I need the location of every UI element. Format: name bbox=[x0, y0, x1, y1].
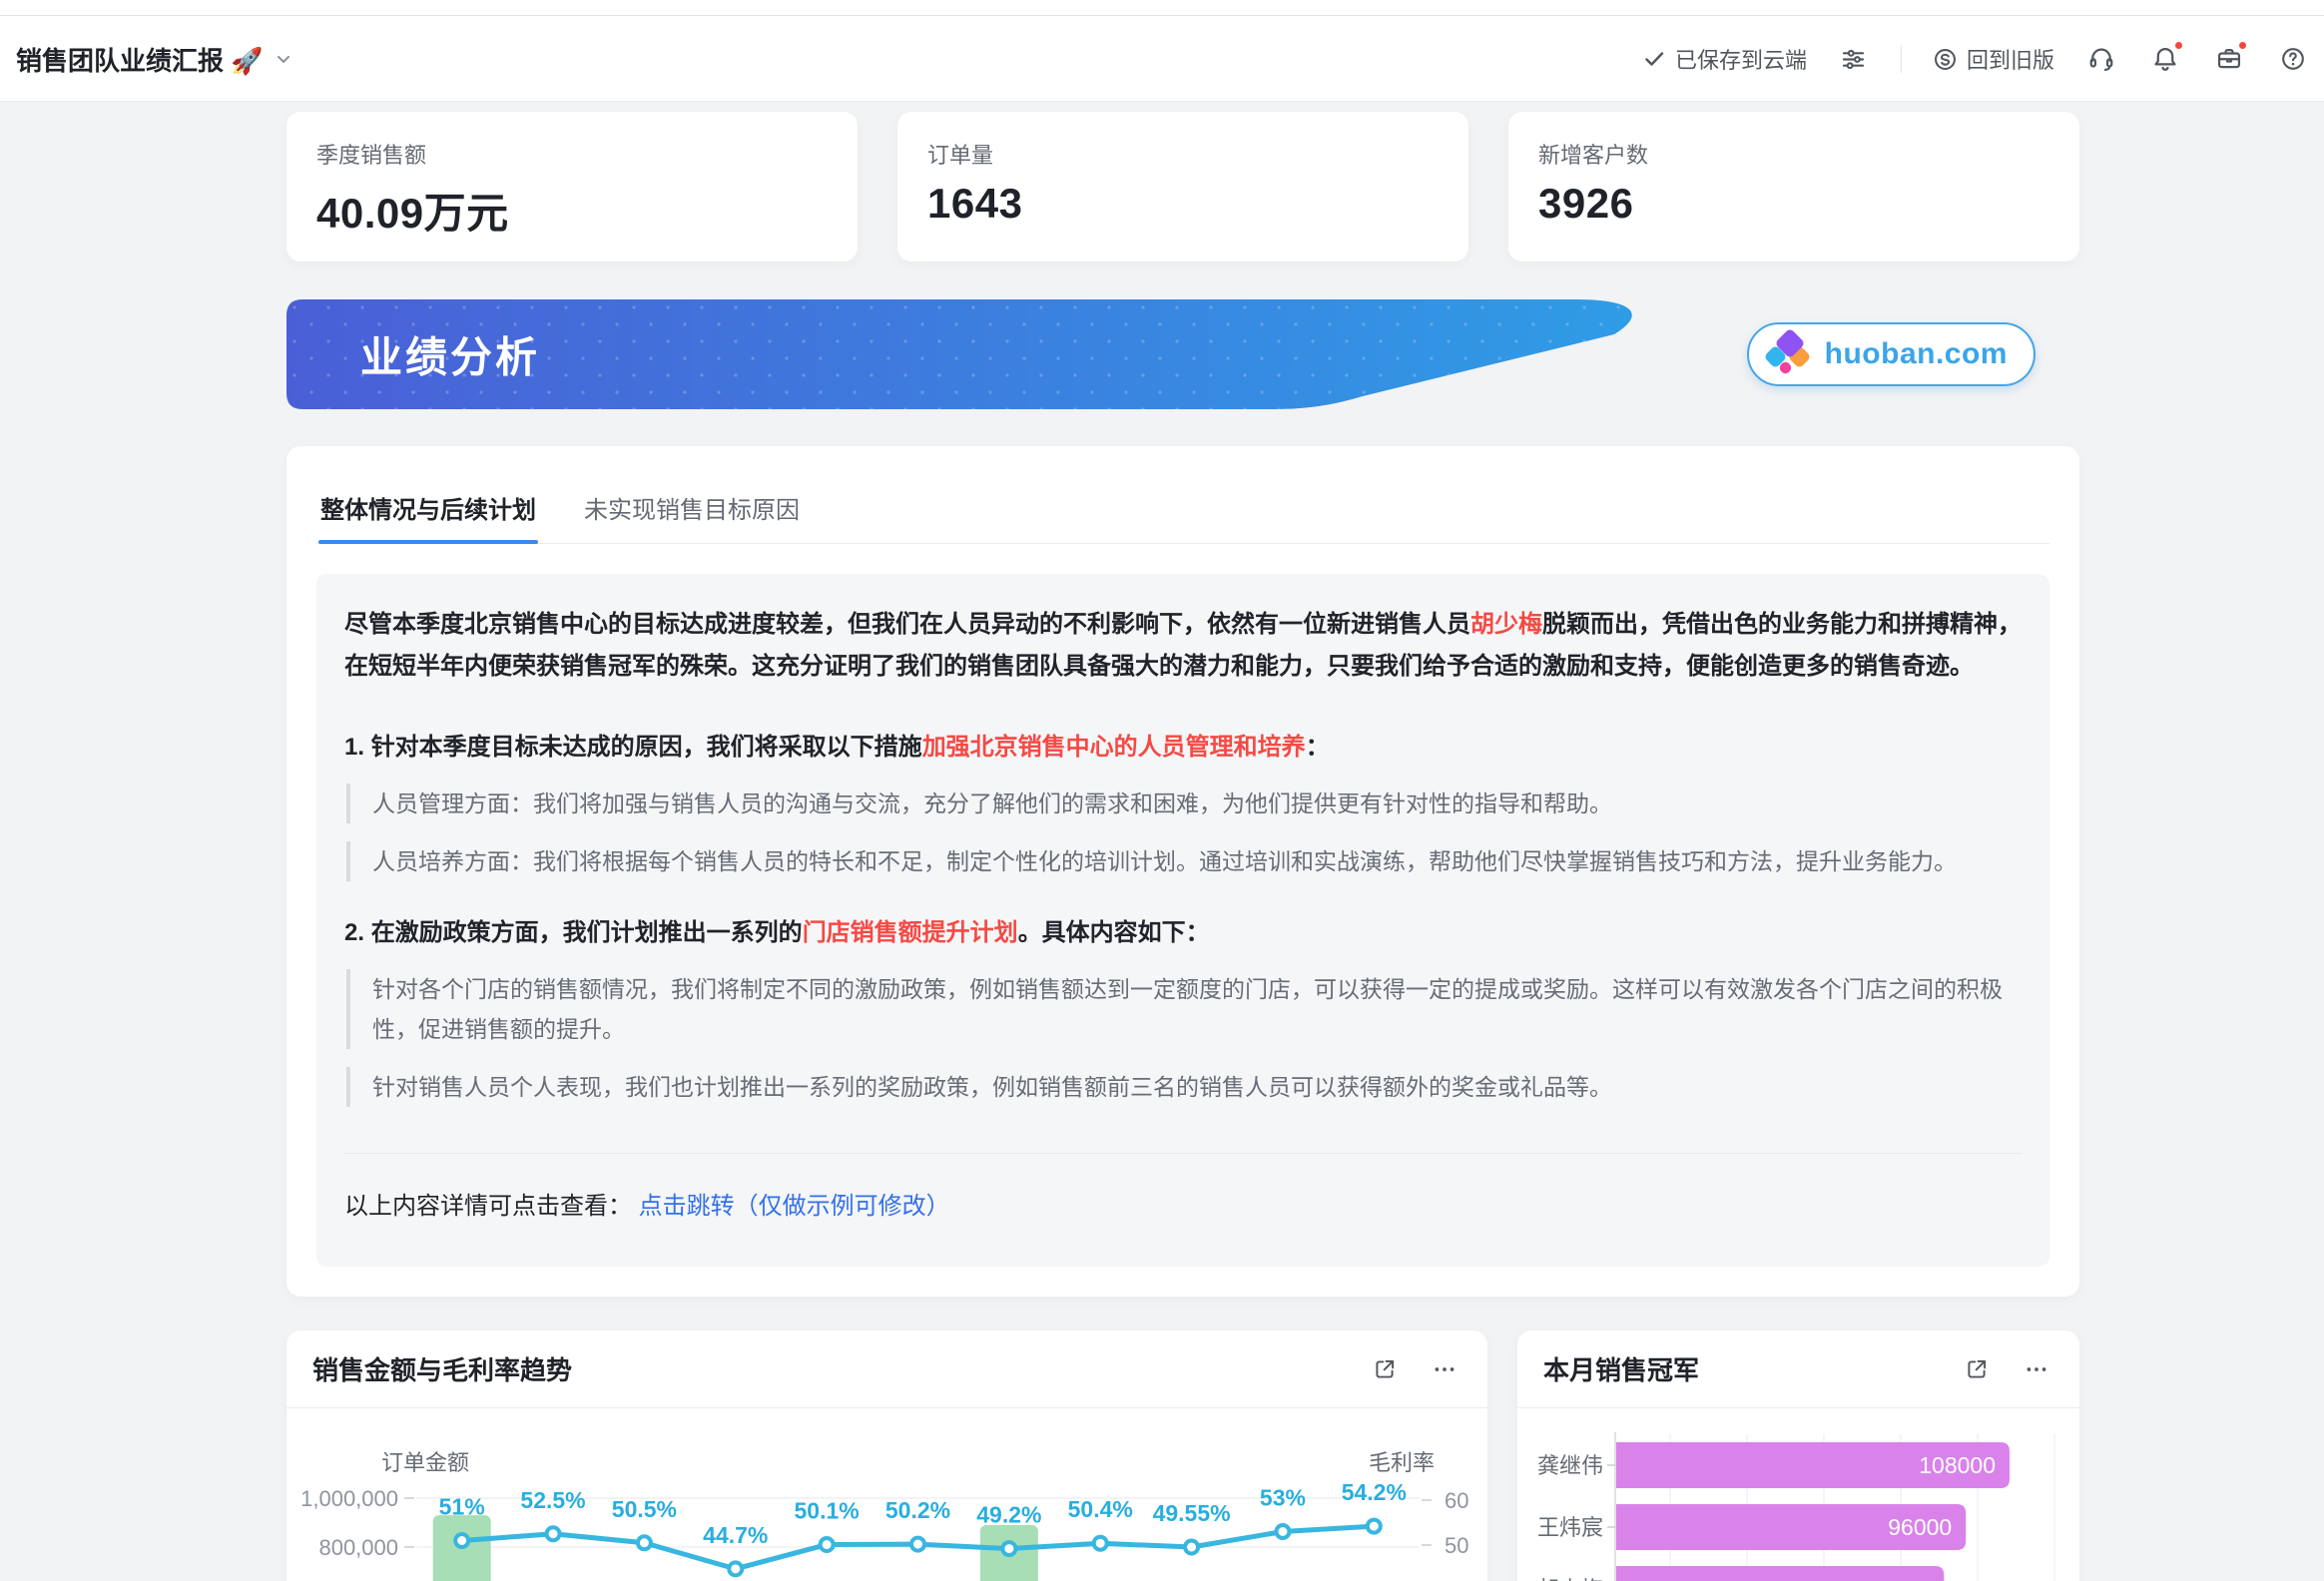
svg-text:王炜宸: 王炜宸 bbox=[1537, 1515, 1603, 1540]
highlight-person-name: 胡少梅 bbox=[1470, 611, 1542, 638]
saved-status: 已保存到云端 bbox=[1642, 43, 1807, 75]
sliders-icon[interactable] bbox=[1837, 42, 1871, 76]
top-bar: 销售团队业绩汇报 🚀 已保存到云端 回到旧版 bbox=[0, 0, 2324, 102]
footer-line: 以上内容详情可点击查看： 点击跳转（仅做示例可修改） bbox=[344, 1186, 2022, 1221]
sales-trend-card: 销售金额与毛利率趋势 订单金额毛利率1,000,000800,000600,00… bbox=[287, 1330, 1487, 1581]
svg-text:胡少梅: 胡少梅 bbox=[1537, 1577, 1603, 1581]
svg-text:52.5%: 52.5% bbox=[520, 1487, 585, 1513]
jump-link[interactable]: 点击跳转（仅做示例可修改） bbox=[639, 1193, 950, 1220]
svg-text:49.55%: 49.55% bbox=[1153, 1500, 1231, 1526]
section-banner: 业绩分析 huoban.com bbox=[287, 299, 2079, 409]
workbench-badge bbox=[2237, 40, 2248, 51]
svg-text:96000: 96000 bbox=[1888, 1514, 1952, 1540]
svg-text:50.5%: 50.5% bbox=[612, 1496, 677, 1522]
stat-label: 订单量 bbox=[927, 138, 1439, 170]
tab-overall-plan[interactable]: 整体情况与后续计划 bbox=[318, 482, 538, 543]
page-title: 销售团队业绩汇报 🚀 bbox=[16, 41, 264, 78]
svg-text:49.2%: 49.2% bbox=[976, 1502, 1041, 1528]
sales-champion-chart: 龚继伟 108000 王炜宸 96000 胡少梅 90000 bbox=[1517, 1408, 2079, 1581]
highlight-plan: 门店销售额提升计划 bbox=[803, 919, 1018, 946]
open-external-icon[interactable] bbox=[1368, 1352, 1402, 1386]
sales-trend-chart: 订单金额毛利率1,000,000800,000600,0006050403051… bbox=[287, 1408, 1487, 1581]
open-external-icon[interactable] bbox=[1960, 1352, 1994, 1386]
document-title-row: 销售团队业绩汇报 🚀 bbox=[16, 41, 293, 78]
logo-text: huoban.com bbox=[1825, 337, 2008, 371]
svg-text:54.2%: 54.2% bbox=[1342, 1479, 1407, 1505]
svg-text:龚继伟: 龚继伟 bbox=[1537, 1453, 1603, 1478]
check-icon bbox=[1642, 47, 1666, 71]
intro-paragraph: 尽管本季度北京销售中心的目标达成进度较差，但我们在人员异动的不利影响下，依然有一… bbox=[344, 604, 2022, 688]
stat-label: 季度销售额 bbox=[316, 138, 828, 170]
quote-block: 针对各个门店的销售额情况，我们将制定不同的激励政策，例如销售额达到一定额度的门店… bbox=[346, 969, 2022, 1049]
analysis-card: 整体情况与后续计划 未实现销售目标原因 尽管本季度北京销售中心的目标达成进度较差… bbox=[287, 446, 2079, 1297]
stat-value: 40.09万元 bbox=[316, 180, 828, 241]
svg-text:50: 50 bbox=[1445, 1533, 1468, 1558]
svg-text:1,000,000: 1,000,000 bbox=[300, 1486, 398, 1511]
title-chevron-down-icon[interactable] bbox=[274, 49, 293, 69]
svg-text:50.1%: 50.1% bbox=[795, 1498, 860, 1524]
workbench-briefcase-icon[interactable] bbox=[2212, 42, 2246, 76]
tabs-bar: 整体情况与后续计划 未实现销售目标原因 bbox=[316, 476, 2049, 544]
svg-text:90000: 90000 bbox=[1866, 1576, 1930, 1581]
more-options-icon[interactable] bbox=[2020, 1352, 2053, 1386]
analysis-content-box: 尽管本季度北京销售中心的目标达成进度较差，但我们在人员异动的不利影响下，依然有一… bbox=[316, 574, 2049, 1267]
svg-text:50.4%: 50.4% bbox=[1068, 1496, 1133, 1522]
svg-text:50.2%: 50.2% bbox=[885, 1497, 950, 1523]
stat-label: 新增客户数 bbox=[1538, 138, 2049, 170]
svg-text:51%: 51% bbox=[439, 1494, 485, 1520]
chart-title: 销售金额与毛利率趋势 bbox=[312, 1350, 572, 1387]
quote-block: 人员培养方面：我们将根据每个销售人员的特长和不足，制定个性化的培训计划。通过培训… bbox=[346, 841, 2022, 881]
more-options-icon[interactable] bbox=[1428, 1352, 1461, 1386]
stat-value: 3926 bbox=[1538, 180, 2049, 228]
list-item-2: 2. 在激励政策方面，我们计划推出一系列的门店销售额提升计划。具体内容如下： bbox=[344, 915, 2022, 951]
banner-title: 业绩分析 bbox=[360, 324, 540, 385]
sales-champion-card: 本月销售冠军 龚继伟 108000 王炜宸 96000 胡少梅 90000 bbox=[1517, 1330, 2079, 1581]
svg-text:60: 60 bbox=[1445, 1488, 1468, 1513]
chart-title: 本月销售冠军 bbox=[1543, 1350, 1699, 1387]
quote-block: 针对销售人员个人表现，我们也计划推出一系列的奖励政策，例如销售额前三名的销售人员… bbox=[346, 1067, 2022, 1107]
huoban-logo-badge: huoban.com bbox=[1747, 322, 2035, 386]
svg-text:毛利率: 毛利率 bbox=[1369, 1450, 1435, 1475]
svg-text:53%: 53% bbox=[1260, 1485, 1306, 1511]
huoban-diamond-logo-icon bbox=[1765, 331, 1811, 377]
svg-text:订单金额: 订单金额 bbox=[381, 1450, 469, 1475]
quote-block: 人员管理方面：我们将加强与销售人员的沟通与交流，充分了解他们的需求和困难，为他们… bbox=[346, 784, 2022, 823]
stats-row: 季度销售额 40.09万元 订单量 1643 新增客户数 3926 bbox=[287, 112, 2079, 262]
support-headset-icon[interactable] bbox=[2084, 42, 2118, 76]
svg-text:44.7%: 44.7% bbox=[703, 1522, 768, 1548]
content-divider bbox=[344, 1153, 2022, 1154]
help-question-icon[interactable] bbox=[2276, 42, 2310, 76]
active-tab-underline bbox=[318, 540, 538, 544]
svg-text:108000: 108000 bbox=[1919, 1452, 1996, 1478]
stat-card-new-customers: 新增客户数 3926 bbox=[1508, 112, 2079, 262]
stat-card-quarter-sales: 季度销售额 40.09万元 bbox=[287, 112, 858, 262]
list-item-1: 1. 针对本季度目标未达成的原因，我们将采取以下措施加强北京销售中心的人员管理和… bbox=[344, 730, 2022, 766]
stat-card-orders: 订单量 1643 bbox=[897, 112, 1468, 262]
tab-unmet-target-reasons[interactable]: 未实现销售目标原因 bbox=[582, 482, 802, 543]
svg-text:800,000: 800,000 bbox=[318, 1535, 398, 1560]
back-to-old-version-button[interactable]: 回到旧版 bbox=[1932, 42, 2054, 76]
divider bbox=[1901, 45, 1902, 73]
stat-value: 1643 bbox=[927, 180, 1439, 228]
history-icon bbox=[1932, 46, 1959, 73]
notification-badge bbox=[2173, 40, 2184, 51]
charts-row: 销售金额与毛利率趋势 订单金额毛利率1,000,000800,000600,00… bbox=[287, 1330, 2079, 1581]
highlight-measure: 加强北京销售中心的人员管理和培养 bbox=[922, 734, 1306, 761]
notifications-bell-icon[interactable] bbox=[2148, 42, 2182, 76]
